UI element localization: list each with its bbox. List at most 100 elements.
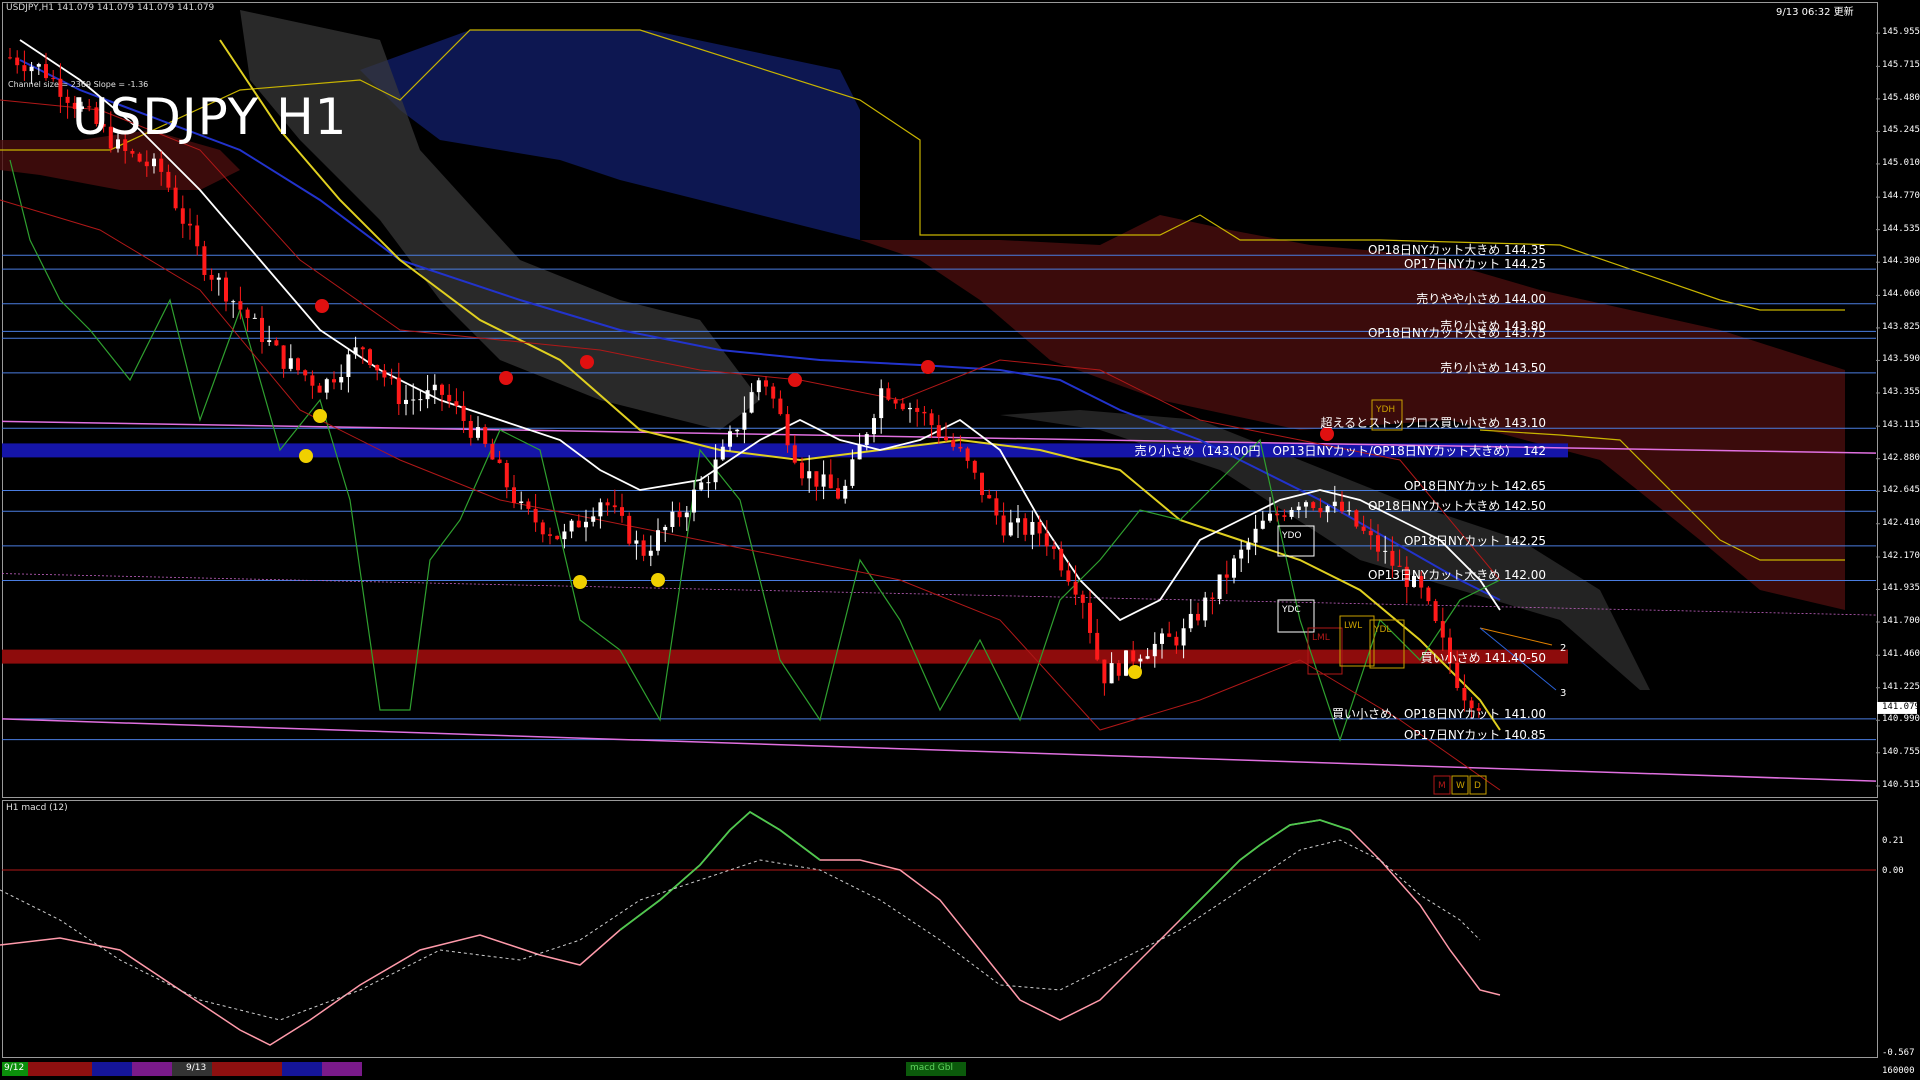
candle-body: [1088, 602, 1092, 633]
macd-line-green-1: [619, 810, 821, 931]
current-price-label: 141.079: [1882, 701, 1920, 712]
tab-segment-4[interactable]: [212, 1062, 282, 1076]
candle-body: [224, 277, 228, 302]
tab-segment-6[interactable]: [322, 1062, 362, 1076]
level-label: OP17日NYカット 144.25: [1403, 257, 1546, 272]
candle-body: [497, 459, 502, 464]
candle-body: [670, 511, 675, 527]
tab-segment-2[interactable]: [92, 1062, 132, 1076]
macd-axis-top: 0.21: [1882, 836, 1904, 846]
candle-body: [1275, 513, 1280, 516]
candle-body: [641, 540, 646, 556]
fractal-up-marker: [1128, 665, 1142, 679]
chart-canvas[interactable]: YDHYDOYDCYDLLMLLWLM W D23: [0, 0, 1920, 1080]
candle-body: [620, 507, 624, 516]
candle-body: [555, 535, 560, 540]
tab-segment-3[interactable]: [132, 1062, 172, 1076]
candle-body: [483, 427, 488, 444]
candle-body: [144, 161, 149, 167]
candle-body: [454, 401, 459, 406]
candle-body: [1131, 650, 1136, 662]
candle-body: [713, 459, 718, 483]
candle-body: [1073, 581, 1078, 595]
candle-body: [180, 208, 185, 224]
candle-body: [821, 474, 826, 487]
price-axis-label: 145.955: [1882, 27, 1920, 38]
candle-body: [1188, 613, 1193, 629]
candle-body: [267, 340, 272, 343]
title-bar-text: USDJPY,H1 141.079 141.079 141.079 141.07…: [6, 3, 215, 13]
tab-date-913[interactable]: 9/13: [172, 1062, 212, 1076]
candle-body: [425, 390, 430, 400]
fractal-down-marker: [921, 360, 935, 374]
candle-body: [1440, 621, 1445, 638]
price-axis-label: 141.460: [1882, 649, 1920, 660]
candle-body: [360, 347, 365, 350]
status-tab[interactable]: macd Gbl: [906, 1062, 966, 1076]
candle-body: [1008, 522, 1013, 536]
candle-body: [879, 388, 884, 419]
candle-body: [166, 171, 171, 188]
reference-box-label: M: [1438, 781, 1446, 791]
candle-body: [850, 459, 855, 486]
macd-label: H1 macd (12): [6, 803, 68, 813]
candle-body: [814, 471, 819, 487]
macd-axis-zero: 0.00: [1882, 866, 1904, 876]
candle-body: [756, 380, 761, 393]
candle-body: [533, 508, 538, 523]
candle-body: [1232, 558, 1236, 578]
candle-body: [836, 488, 840, 499]
price-axis-label: 145.245: [1882, 125, 1920, 136]
price-axis-label: 142.170: [1882, 550, 1920, 561]
macd-line-pink: [0, 811, 1501, 1046]
candle-body: [1433, 601, 1438, 622]
candle-body: [1347, 510, 1352, 512]
candle-body: [699, 482, 704, 490]
candle-body: [1124, 650, 1128, 676]
price-axis-label: 142.880: [1882, 452, 1920, 463]
candle-body: [857, 444, 862, 460]
candle-body: [1217, 574, 1222, 599]
reference-box-label: LWL: [1344, 621, 1362, 631]
candle-body: [29, 66, 34, 72]
reference-box-label: YDC: [1281, 605, 1301, 615]
tab-date-912[interactable]: 9/12: [2, 1062, 28, 1076]
candle-body: [771, 386, 776, 399]
price-axis-label: 142.645: [1882, 485, 1920, 496]
candle-body: [317, 385, 322, 393]
candle-body: [1368, 530, 1373, 536]
macd-axis-floor: 160000: [1882, 1066, 1915, 1076]
candle-body: [980, 472, 984, 496]
zone-band-label: 買い小さめ 141.40-50: [1420, 650, 1546, 665]
price-axis-label: 143.115: [1882, 420, 1920, 431]
candle-body: [1016, 518, 1020, 523]
candle-body: [584, 521, 588, 528]
candle-body: [591, 516, 596, 522]
level-label: 超えるとストップロス買い小さめ 143.10: [1320, 416, 1546, 431]
candle-body: [432, 384, 437, 391]
price-axis-label: 143.355: [1882, 386, 1920, 397]
candle-body: [1152, 643, 1157, 657]
candle-body: [540, 522, 545, 535]
candle-body: [1160, 633, 1164, 644]
reference-box-label: YDO: [1281, 531, 1302, 541]
candle-body: [1455, 662, 1460, 688]
candle-body: [778, 398, 783, 415]
candle-body: [1116, 663, 1121, 676]
candle-body: [1145, 656, 1150, 659]
candle-body: [994, 498, 999, 516]
candle-body: [893, 399, 898, 404]
candle-body: [339, 377, 344, 383]
candle-body: [929, 413, 934, 426]
tab-segment-1[interactable]: [28, 1062, 92, 1076]
candle-body: [1224, 574, 1229, 578]
candle-body: [1203, 597, 1208, 621]
candle-body: [627, 515, 632, 544]
tab-segment-5[interactable]: [282, 1062, 322, 1076]
price-axis-label: 140.515: [1882, 780, 1920, 790]
candle-body: [440, 384, 444, 395]
candle-body: [404, 399, 408, 405]
fractal-up-marker: [651, 573, 665, 587]
candle-body: [1296, 506, 1301, 510]
candle-body: [1239, 549, 1244, 559]
